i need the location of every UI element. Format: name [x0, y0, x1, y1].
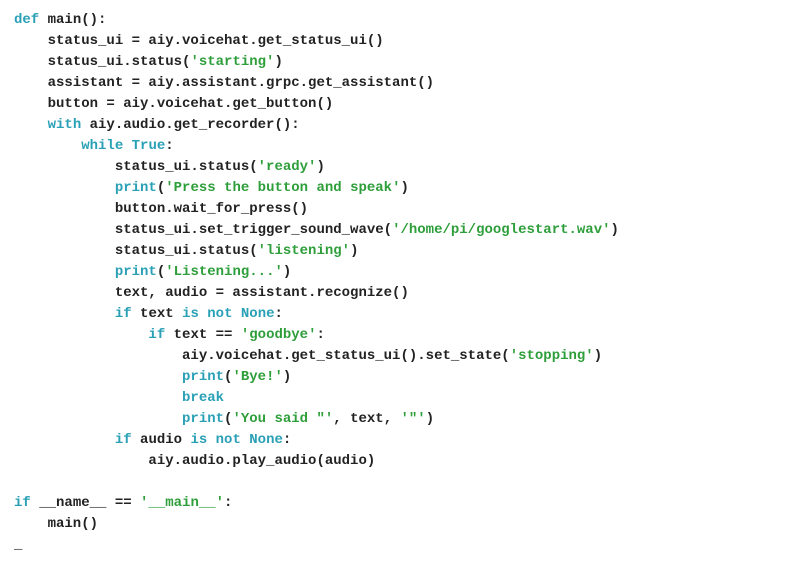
code-text: audio: [132, 432, 191, 448]
string-literal: 'goodbye': [241, 327, 317, 343]
code-text: :: [224, 495, 232, 511]
keyword-isnot: is not: [182, 306, 232, 322]
code-text: aiy.audio.get_recorder():: [81, 117, 299, 133]
keyword-if: if: [148, 327, 165, 343]
code-line: button = aiy.voicehat.get_button(): [14, 96, 333, 112]
string-literal: 'Bye!': [232, 369, 282, 385]
code-text: ): [611, 222, 619, 238]
code-line: text, audio = assistant.recognize(): [14, 285, 409, 301]
keyword-if: if: [115, 432, 132, 448]
code-text: , text,: [333, 411, 400, 427]
builtin-print: print: [115, 180, 157, 196]
keyword-if: if: [14, 495, 31, 511]
code-text: (: [157, 180, 165, 196]
code-text: status_ui.status(: [14, 54, 190, 70]
string-literal: '__main__': [140, 495, 224, 511]
string-literal: 'listening': [258, 243, 350, 259]
code-text: status_ui.status(: [14, 159, 258, 175]
code-line: assistant = aiy.assistant.grpc.get_assis…: [14, 75, 434, 91]
builtin-print: print: [115, 264, 157, 280]
keyword-def: def: [14, 12, 39, 28]
code-text: status_ui.set_trigger_sound_wave(: [14, 222, 392, 238]
code-text: aiy.voicehat.get_status_ui().set_state(: [14, 348, 510, 364]
code-line: button.wait_for_press(): [14, 201, 308, 217]
code-text: :: [165, 138, 173, 154]
code-block: def main(): status_ui = aiy.voicehat.get…: [14, 10, 786, 556]
string-literal: 'Press the button and speak': [165, 180, 400, 196]
code-text: ): [316, 159, 324, 175]
keyword-if: if: [115, 306, 132, 322]
code-line: main(): [14, 516, 98, 532]
code-text: status_ui.status(: [14, 243, 258, 259]
string-literal: 'stopping': [510, 348, 594, 364]
code-text: text ==: [165, 327, 241, 343]
code-text: ): [594, 348, 602, 364]
builtin-true: True: [132, 138, 166, 154]
code-text: ): [283, 369, 291, 385]
code-text: ): [426, 411, 434, 427]
string-literal: 'You said "': [232, 411, 333, 427]
code-text: ): [283, 264, 291, 280]
code-text: ): [274, 54, 282, 70]
code-text: :: [283, 432, 291, 448]
func-name: main():: [39, 12, 106, 28]
builtin-print: print: [182, 369, 224, 385]
keyword-with: with: [48, 117, 82, 133]
builtin-print: print: [182, 411, 224, 427]
code-text: :: [275, 306, 283, 322]
builtin-none: None: [249, 432, 283, 448]
builtin-none: None: [241, 306, 275, 322]
code-text: :: [316, 327, 324, 343]
code-line: status_ui = aiy.voicehat.get_status_ui(): [14, 33, 384, 49]
string-literal: 'ready': [258, 159, 317, 175]
string-literal: 'starting': [190, 54, 274, 70]
keyword-break: break: [182, 390, 224, 406]
string-literal: '/home/pi/googlestart.wav': [392, 222, 610, 238]
code-line: aiy.audio.play_audio(audio): [14, 453, 375, 469]
code-text: ): [401, 180, 409, 196]
code-text: __name__ ==: [31, 495, 140, 511]
cursor: _: [14, 537, 22, 553]
code-text: (: [157, 264, 165, 280]
string-literal: 'Listening...': [165, 264, 283, 280]
string-literal: '"': [401, 411, 426, 427]
keyword-while: while: [81, 138, 123, 154]
code-text: ): [350, 243, 358, 259]
code-text: [232, 306, 240, 322]
code-text: [123, 138, 131, 154]
keyword-isnot: is not: [190, 432, 240, 448]
code-text: text: [132, 306, 182, 322]
